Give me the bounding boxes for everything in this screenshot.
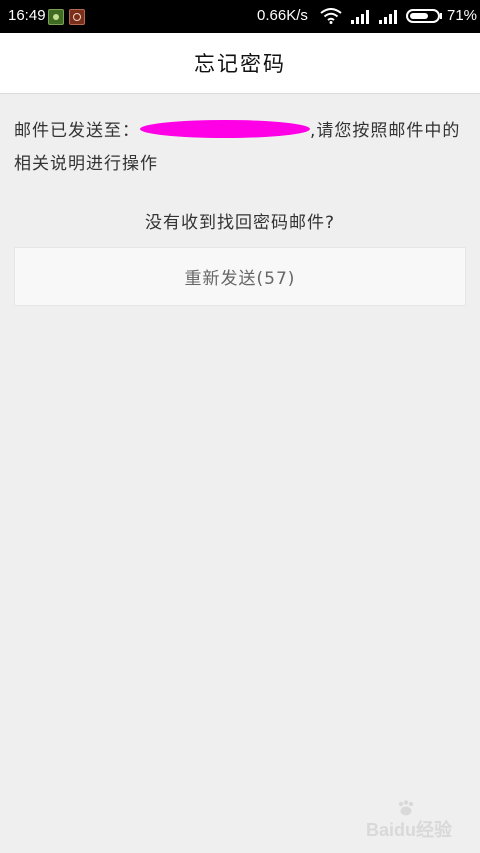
status-time: 16:49: [8, 7, 46, 24]
title-bar: 忘记密码: [0, 33, 480, 94]
sent-message: 邮件已发送至： ,请您按照邮件中的相关说明进行操作: [14, 115, 469, 181]
app-notification-icon: [48, 9, 64, 25]
signal-icon-2: [379, 10, 397, 24]
resend-button[interactable]: 重新发送(57): [14, 247, 466, 306]
page-title: 忘记密码: [194, 52, 286, 76]
battery-icon: [406, 9, 440, 23]
battery-percent: 71%: [447, 7, 478, 24]
watermark-text: Baidu经验: [366, 820, 453, 840]
status-bar: 16:49 0.66K/s 71%: [0, 0, 480, 33]
battery-cap: [440, 13, 442, 19]
not-received-question: 没有收到找回密码邮件?: [144, 213, 336, 233]
redacted-email: [140, 120, 310, 138]
battery-level: [410, 13, 428, 19]
watermark: Baidu经验: [366, 800, 466, 840]
network-speed: 0.66K/s: [257, 7, 308, 24]
app-notification-icon-2: [69, 9, 85, 25]
signal-icon: [351, 10, 369, 24]
message-prefix: 邮件已发送至：: [14, 121, 140, 141]
wifi-icon: [320, 8, 342, 24]
